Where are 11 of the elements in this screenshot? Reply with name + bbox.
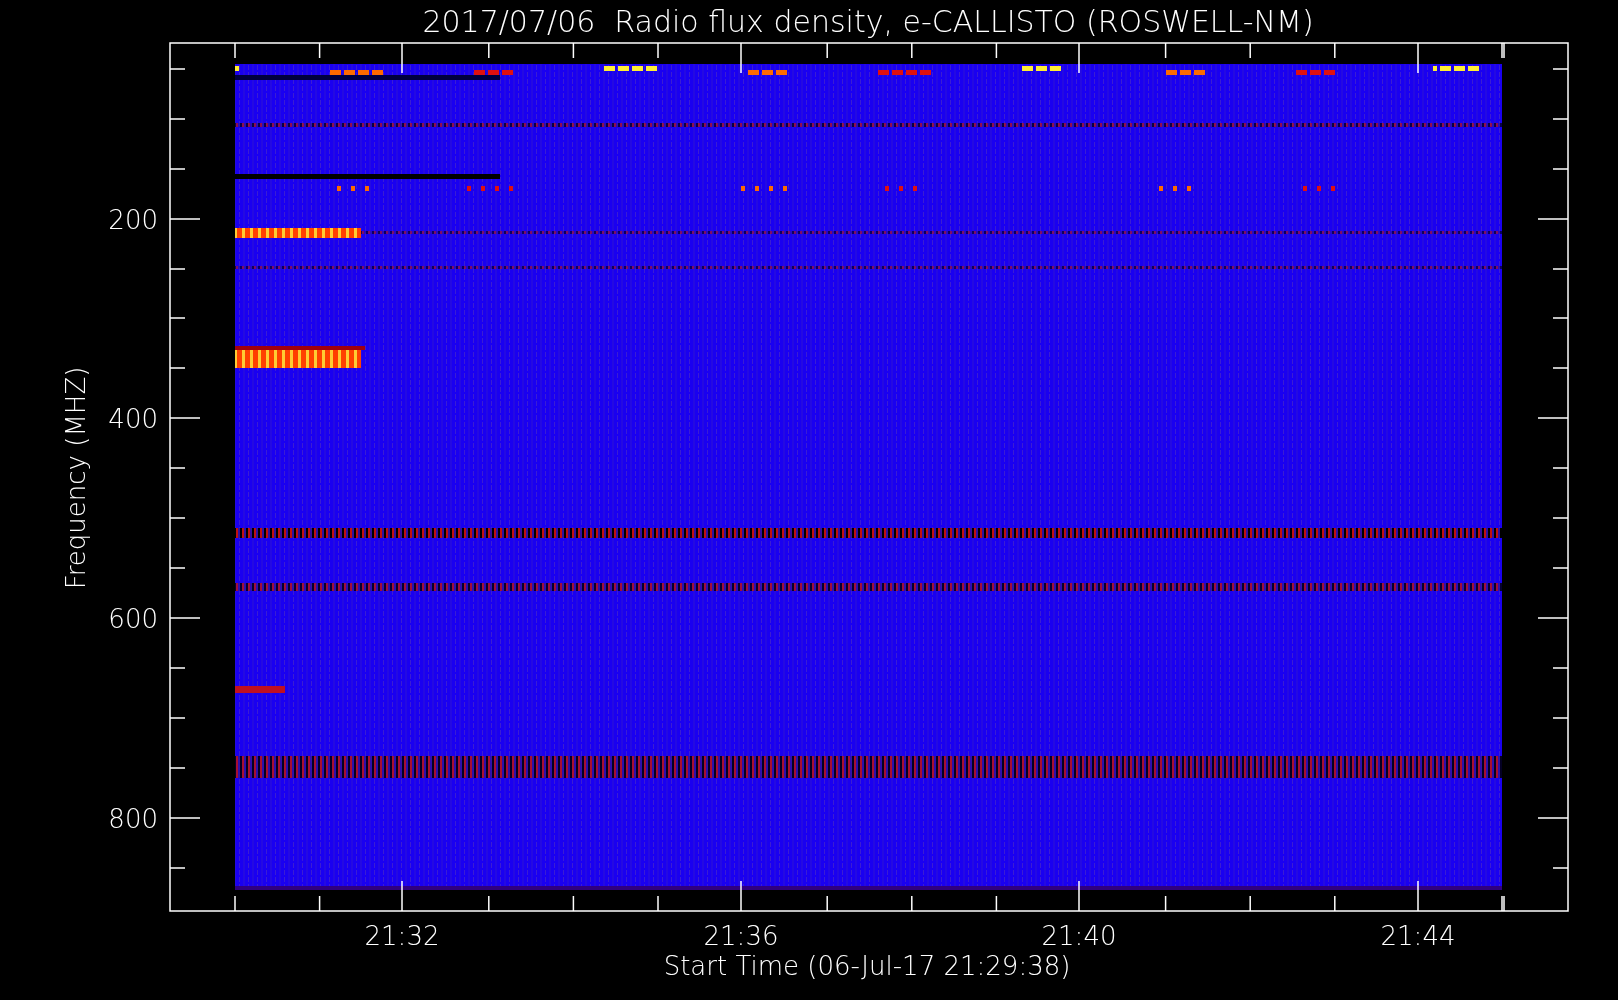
x-tick-label: 21:40 — [1041, 921, 1117, 951]
x-tick-label: 21:32 — [364, 921, 440, 951]
x-axis-label: Start Time (06-Jul-17 21:29:38) — [663, 951, 1071, 981]
y-tick-label: 600 — [108, 604, 158, 634]
y-axis-label: Frequency (MHZ) — [61, 366, 91, 590]
y-tick-label: 400 — [108, 404, 158, 434]
chart-title: 2017/07/06 Radio flux density, e-CALLISTO (ROSWELL-NM) — [422, 4, 1314, 39]
x-tick-label: 21:36 — [703, 921, 779, 951]
y-tick-label: 800 — [108, 804, 158, 834]
y-tick-label: 200 — [108, 205, 158, 235]
x-tick-label: 21:44 — [1380, 921, 1456, 951]
